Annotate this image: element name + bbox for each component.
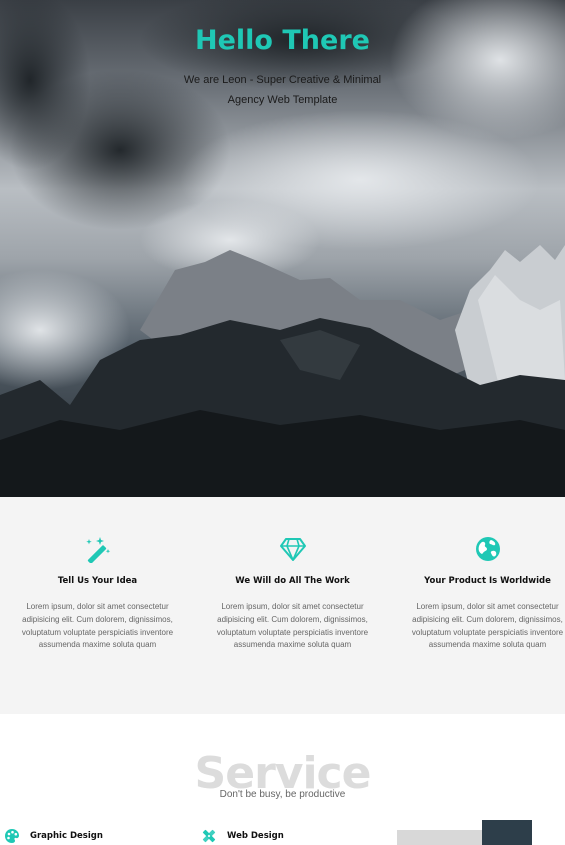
feature-description: Lorem ipsum, dolor sit amet consectetur … [21,602,174,650]
palette-icon [5,829,19,843]
feature-title: Your Product Is Worldwide [424,576,551,586]
pencil-ruler-icon [202,829,216,843]
hero-section: Hello There We are Leon - Super Creative… [0,0,565,497]
globe-icon [476,537,500,561]
hero-subtitle: We are Leon - Super Creative & Minimal A… [183,74,382,106]
feature-title: We Will do All The Work [235,576,350,586]
service-item-label: Web Design [227,831,284,841]
magic-wand-icon [86,537,111,563]
service-image-accent-block [482,820,532,845]
service-subheading: Don't be busy, be productive [219,789,346,800]
feature-title: Tell Us Your Idea [57,576,138,586]
hero-title: Hello There [195,25,370,56]
service-item-label: Graphic Design [30,831,103,841]
diamond-icon [280,538,306,561]
features-section: Tell Us Your Idea Lorem ipsum, dolor sit… [0,497,565,714]
feature-description: Lorem ipsum, dolor sit amet consectetur … [411,602,564,650]
feature-description: Lorem ipsum, dolor sit amet consectetur … [216,602,369,650]
service-image-placeholder [397,830,494,845]
